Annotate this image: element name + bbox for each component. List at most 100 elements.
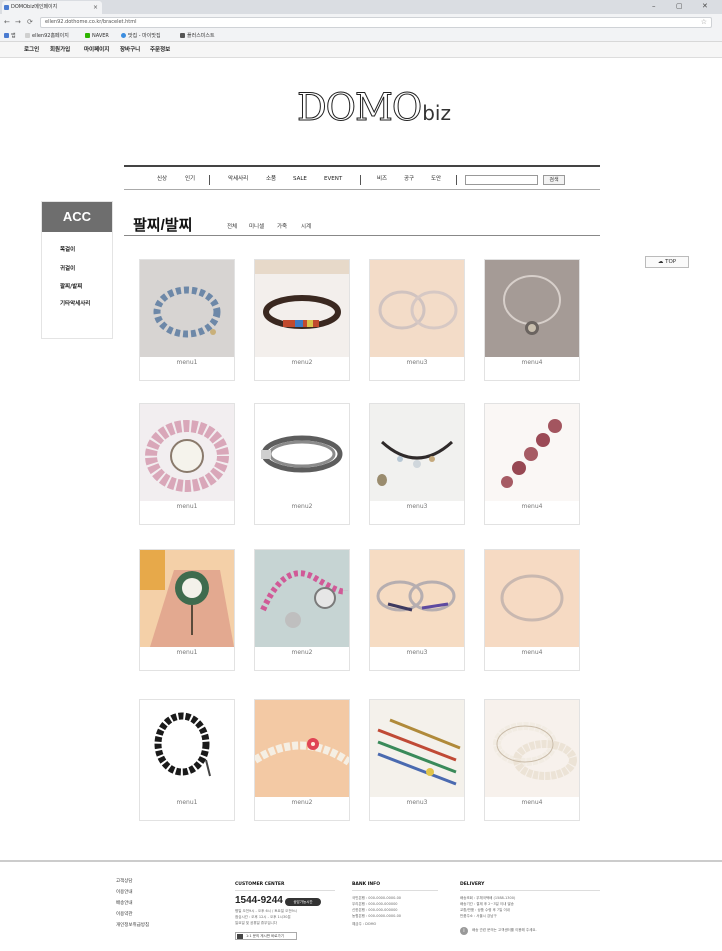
product-card[interactable]: menu4 (484, 699, 580, 821)
footer-link-delivery[interactable]: 배송안내 (116, 900, 133, 906)
hours-badge: 상담가능시간 (285, 898, 321, 906)
url-text: ellen92.dothome.co.kr/bracelet.html (45, 19, 137, 25)
customer-center-title: CUSTOMER CENTER (235, 882, 285, 887)
product-label: menu3 (406, 799, 428, 806)
product-card[interactable]: menu1 (139, 403, 235, 525)
search-button[interactable]: 검색 (543, 175, 565, 185)
footer-link-usage[interactable]: 이용안내 (116, 889, 133, 895)
product-card[interactable]: menu2 (254, 403, 350, 525)
scroll-top-button[interactable]: ☁ TOP (645, 256, 689, 268)
product-label: menu1 (176, 503, 198, 510)
delivery-notice: 배송 관련 문의는 고객센터를 이용해 주세요. (472, 928, 537, 932)
product-label: menu3 (406, 503, 428, 510)
subtab-all[interactable]: 전체 (227, 222, 237, 230)
sidebar-item-bracelet[interactable]: 팔찌/발찌 (60, 282, 82, 290)
bank-line: 신한은행 : 000-000-000000 (352, 908, 398, 912)
delivery-title: DELIVERY (460, 882, 485, 887)
customer-holiday: 일요일 및 공휴일 휴무입니다 (235, 921, 277, 925)
apps-icon (4, 33, 9, 38)
product-image (255, 550, 349, 647)
product-card[interactable]: menu2 (254, 549, 350, 671)
nav-tools[interactable]: 공구 (404, 167, 414, 192)
tab-title: DOMObiz메인페이지 (11, 4, 58, 10)
info-icon: i (460, 927, 468, 935)
signup-link[interactable]: 회원가입 (50, 42, 70, 58)
delivery-line: 교환/반품 : 상품 수령 후 7일 이내 (460, 908, 510, 912)
product-card[interactable]: menu4 (484, 549, 580, 671)
product-image (485, 700, 579, 797)
product-card[interactable]: menu1 (139, 699, 235, 821)
nav-accessories[interactable]: 악세사리 (228, 167, 248, 192)
delivery-line: 배송기간 : 결제 후 2~3일 이내 발송 (460, 902, 514, 906)
category-sidebar: ACC 목걸이 귀걸이 팔찌/발찌 기타악세사리 (41, 201, 113, 339)
inquiry-board-button[interactable]: 1:1 문의 게시판 바로가기 (235, 932, 297, 940)
bookmark-homepage[interactable]: ellen92홈페이지 (25, 31, 69, 42)
sidebar-item-necklace[interactable]: 목걸이 (60, 245, 75, 253)
nav-new[interactable]: 신상 (157, 167, 167, 192)
bookmark-naver[interactable]: NAVER (85, 31, 109, 42)
product-label: menu4 (521, 649, 543, 656)
product-label: menu4 (521, 799, 543, 806)
product-card[interactable]: menu2 (254, 699, 350, 821)
naver-icon (85, 33, 90, 38)
product-card[interactable]: menu1 (139, 259, 235, 381)
bookmark-plusmist[interactable]: 플러스미스트 (180, 31, 215, 42)
site-logo[interactable]: DOMObiz (296, 87, 450, 128)
nav-goods[interactable]: 소품 (266, 167, 276, 192)
nav-beads[interactable]: 비즈 (377, 167, 387, 192)
bookmark-apps[interactable]: 앱 (4, 31, 16, 42)
nav-event[interactable]: EVENT (324, 167, 342, 192)
nav-sale[interactable]: SALE (293, 167, 307, 192)
close-window-button[interactable]: ✕ (702, 1, 708, 12)
product-image (140, 260, 234, 357)
back-button[interactable]: ← (4, 17, 10, 28)
nav-patterns[interactable]: 도안 (431, 167, 441, 192)
bank-holder: 예금주 : DOMO (352, 922, 377, 926)
footer-link-consult[interactable]: 고객상담 (116, 878, 133, 884)
bookmark-star-icon[interactable]: ☆ (701, 18, 707, 27)
nav-popular[interactable]: 인기 (185, 167, 195, 192)
bank-info-title: BANK INFO (352, 882, 381, 887)
product-image (370, 550, 464, 647)
product-image (485, 260, 579, 357)
delivery-line: 배송조회 : 우체국택배 (1588-1300) (460, 896, 516, 900)
product-card[interactable]: menu4 (484, 259, 580, 381)
category-title: 팔찌/발찌 (133, 217, 193, 234)
product-card[interactable]: menu3 (369, 259, 465, 381)
footer-link-privacy[interactable]: 개인정보취급방침 (116, 922, 149, 928)
globe-icon (121, 33, 126, 38)
cart-link[interactable]: 장바구니 (120, 42, 140, 58)
url-input[interactable]: ellen92.dothome.co.kr/bracelet.html ☆ (40, 17, 712, 28)
customer-hours: 평일 오전9시 - 오후 6시 / 토요일 오전9시 (235, 909, 297, 913)
product-card[interactable]: menu3 (369, 403, 465, 525)
bookmark-mymatjip[interactable]: 맛집 - 마이맛집 (121, 31, 161, 42)
nav-divider (456, 175, 457, 185)
minimize-button[interactable]: – (652, 1, 656, 12)
product-label: menu3 (406, 359, 428, 366)
subtab-mini[interactable]: 미니셀 (249, 222, 264, 230)
nav-divider (209, 175, 210, 185)
order-info-link[interactable]: 주문정보 (150, 42, 170, 58)
sidebar-item-etc[interactable]: 기타악세사리 (60, 299, 90, 307)
mypage-link[interactable]: 마이페이지 (84, 42, 109, 58)
tab-close-icon[interactable]: × (93, 1, 98, 14)
product-card[interactable]: menu3 (369, 699, 465, 821)
browser-tab[interactable]: DOMObiz메인페이지 × (2, 1, 102, 14)
customer-lunch: 점심시간 : 오후 12시 - 오후 1시30분 (235, 915, 291, 919)
search-input[interactable] (465, 175, 538, 185)
product-card[interactable]: menu4 (484, 403, 580, 525)
product-card[interactable]: menu2 (254, 259, 350, 381)
reload-button[interactable]: ⟳ (27, 17, 33, 28)
sidebar-item-earring[interactable]: 귀걸이 (60, 264, 75, 272)
product-image (140, 700, 234, 797)
login-link[interactable]: 로그인 (24, 42, 39, 58)
product-image (255, 260, 349, 357)
subtab-watch[interactable]: 시계 (301, 222, 311, 230)
forward-button[interactable]: → (15, 17, 21, 28)
product-card[interactable]: menu3 (369, 549, 465, 671)
maximize-button[interactable]: ▢ (676, 1, 683, 12)
product-card[interactable]: menu1 (139, 549, 235, 671)
footer-link-terms[interactable]: 이용약관 (116, 911, 133, 917)
subtab-leather[interactable]: 가죽 (277, 222, 287, 230)
favicon-icon (4, 5, 9, 10)
